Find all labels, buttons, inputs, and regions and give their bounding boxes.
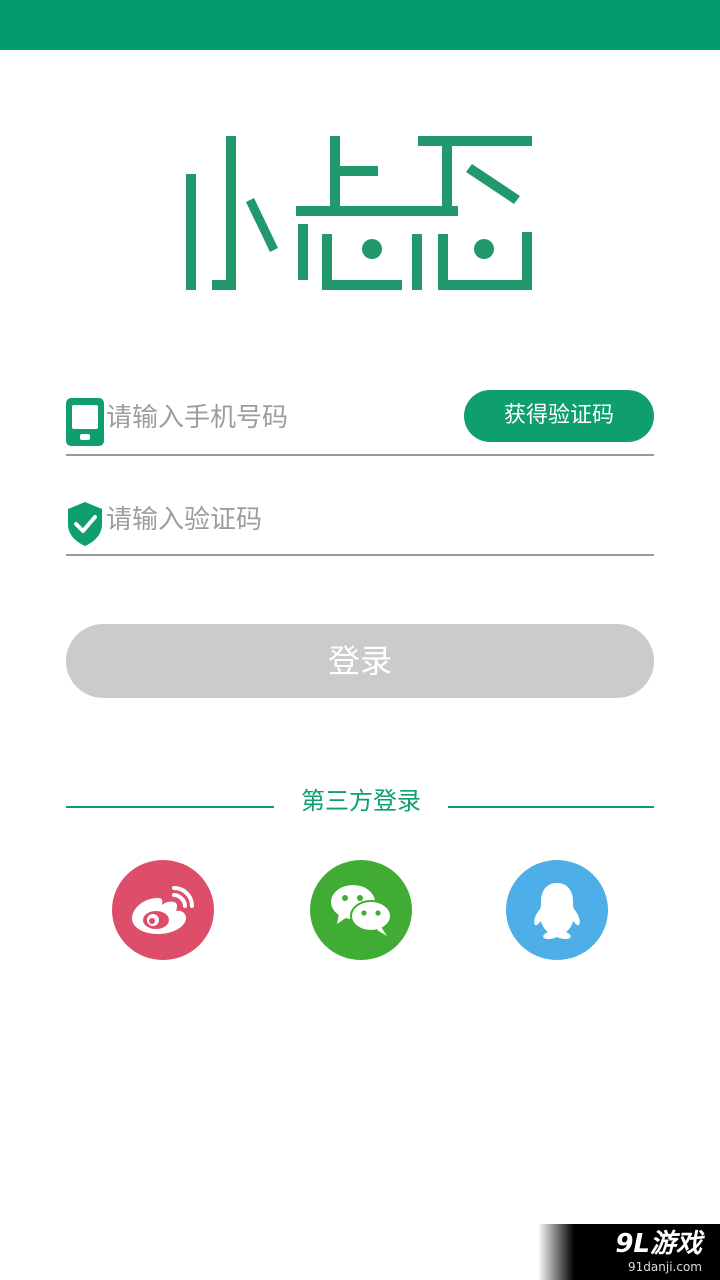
phone-field: 获得验证码	[66, 386, 654, 456]
divider-left	[66, 806, 274, 808]
wechat-icon	[331, 885, 392, 936]
weibo-login-button[interactable]	[112, 860, 214, 960]
logo-glyphs	[186, 136, 532, 290]
code-field	[66, 490, 654, 556]
wechat-login-button[interactable]	[310, 860, 412, 960]
watermark-title: 9L游戏	[615, 1229, 702, 1259]
phone-input[interactable]	[106, 398, 456, 438]
watermark-url: 91danji.com	[628, 1260, 702, 1274]
watermark: 9L游戏 91danji.com	[538, 1224, 720, 1280]
weibo-icon	[132, 886, 194, 934]
third-party-title: 第三方登录	[301, 787, 421, 815]
code-input[interactable]	[106, 500, 606, 540]
login-button[interactable]: 登录	[66, 624, 654, 698]
brand-logo	[186, 136, 532, 290]
status-bar	[0, 0, 720, 50]
phone-icon	[66, 398, 104, 446]
get-code-button[interactable]: 获得验证码	[464, 390, 654, 442]
divider-right	[448, 806, 654, 808]
qq-login-button[interactable]	[506, 860, 608, 960]
qq-icon	[534, 883, 580, 940]
shield-check-icon	[68, 502, 102, 546]
